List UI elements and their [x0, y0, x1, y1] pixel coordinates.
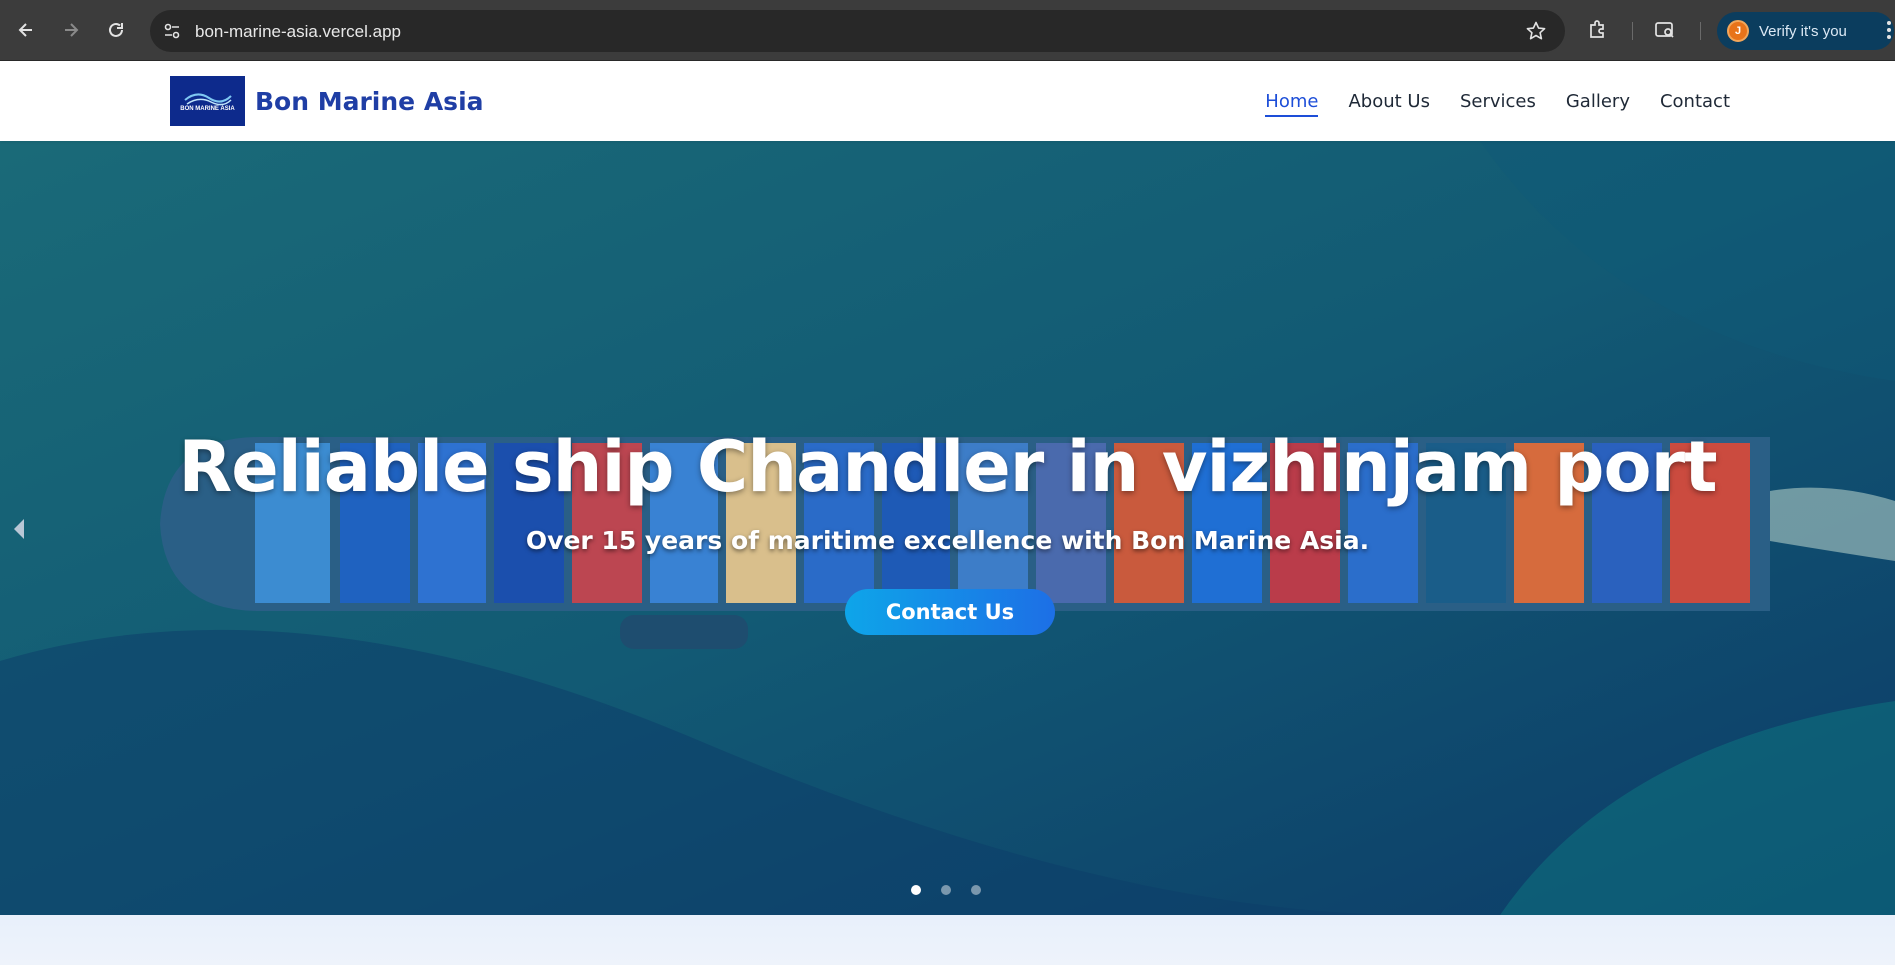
nav-gallery[interactable]: Gallery [1566, 91, 1630, 117]
toolbar-divider [1632, 22, 1633, 40]
browser-toolbar: bon-marine-asia.vercel.app J Verify it's… [0, 0, 1895, 61]
carousel-dot-3[interactable] [971, 885, 981, 895]
wave-icon [183, 93, 232, 105]
toolbar-divider [1700, 22, 1701, 40]
carousel-dot-1[interactable] [911, 885, 921, 895]
url-text[interactable]: bon-marine-asia.vercel.app [195, 22, 401, 42]
site-settings-icon[interactable] [162, 21, 182, 41]
forward-icon[interactable] [58, 17, 84, 43]
contact-us-button[interactable]: Contact Us [845, 589, 1055, 635]
nav-services[interactable]: Services [1460, 91, 1536, 117]
address-bar[interactable]: bon-marine-asia.vercel.app [150, 10, 1565, 52]
avatar: J [1727, 20, 1749, 42]
verify-profile-button[interactable]: J Verify it's you [1717, 12, 1894, 50]
brand-name[interactable]: Bon Marine Asia [255, 87, 484, 116]
carousel-dot-2[interactable] [941, 885, 951, 895]
tab-search-icon[interactable] [1653, 18, 1677, 42]
carousel-indicators [911, 885, 981, 895]
verify-label: Verify it's you [1759, 22, 1847, 40]
logo[interactable]: BON MARINE ASIA [170, 76, 245, 126]
nav-contact[interactable]: Contact [1660, 91, 1730, 117]
next-section [0, 915, 1895, 965]
hero-carousel: Reliable ship Chandler in vizhinjam port… [0, 141, 1895, 915]
site-header: BON MARINE ASIA Bon Marine Asia Home Abo… [0, 61, 1895, 141]
star-icon[interactable] [1525, 20, 1547, 42]
more-icon[interactable] [1884, 18, 1894, 42]
reload-icon[interactable] [103, 17, 129, 43]
logo-text: BON MARINE ASIA [180, 105, 235, 112]
main-nav: Home About Us Services Gallery Contact [1265, 91, 1730, 117]
back-icon[interactable] [13, 17, 39, 43]
hero-title: Reliable ship Chandler in vizhinjam port [178, 426, 1717, 508]
hero-subtitle: Over 15 years of maritime excellence wit… [525, 526, 1370, 555]
nav-about-us[interactable]: About Us [1348, 91, 1430, 117]
extensions-icon[interactable] [1586, 18, 1610, 42]
nav-home[interactable]: Home [1265, 91, 1319, 117]
